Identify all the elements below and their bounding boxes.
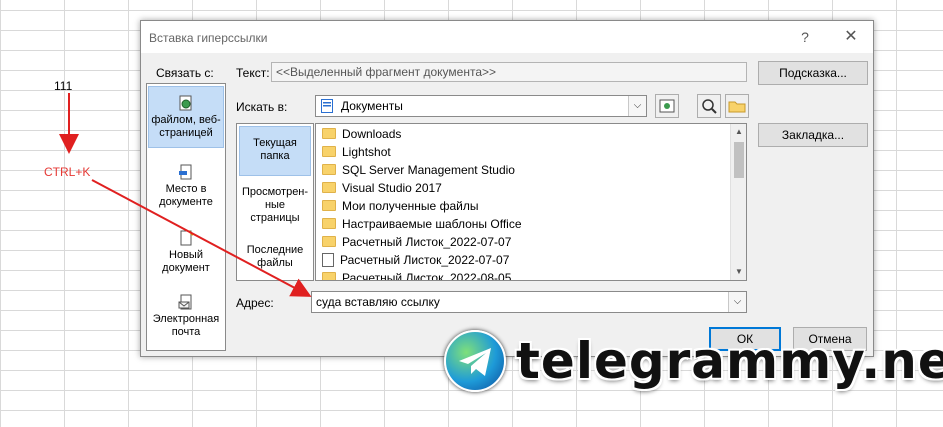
- watermark: telegrammy.net: [444, 330, 943, 400]
- watermark-text: telegrammy.net: [516, 332, 943, 390]
- pointer-arrow: [91, 179, 312, 297]
- telegram-logo-icon: [444, 330, 506, 392]
